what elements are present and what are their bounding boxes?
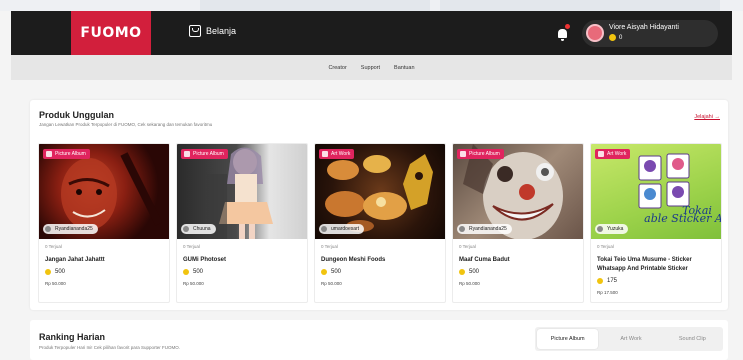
price: Rp 50.000 xyxy=(45,281,66,286)
fuomo-logo[interactable]: FUOMO xyxy=(71,11,151,55)
user-name: Viore Aisyah Hidayanti xyxy=(609,24,679,31)
product-name: Dungeon Meshi Foods xyxy=(321,257,386,263)
category-badge: Art Work xyxy=(595,149,631,159)
tab-picture-album[interactable]: Picture Album xyxy=(537,329,599,349)
product-card[interactable]: Picture Album Ryandiananda25 0 Terjual M… xyxy=(452,143,584,303)
sold-count: 0 Terjual xyxy=(597,244,614,249)
user-menu[interactable]: Viore Aisyah Hidayanti 0 xyxy=(582,20,718,47)
points-value: 500 xyxy=(331,269,342,275)
shopping-bag-icon xyxy=(189,25,201,37)
browser-top-strip xyxy=(0,0,743,11)
explore-link[interactable]: Jelajahi → xyxy=(694,114,720,120)
creator-tag[interactable]: Ryandiananda25 xyxy=(457,224,512,234)
sold-count: 0 Terjual xyxy=(459,244,476,249)
price: Rp 50.000 xyxy=(459,281,480,286)
tab-art-work[interactable]: Art Work xyxy=(600,327,661,351)
creator-tag[interactable]: Yuzuka xyxy=(595,224,629,234)
coin-icon xyxy=(321,269,327,275)
shop-link[interactable]: Belanja xyxy=(189,25,236,37)
product-card[interactable]: Picture Album Chuuna 0 Terjual GUMi Phot… xyxy=(176,143,308,303)
points: 175 xyxy=(597,278,617,284)
creator-tag[interactable]: Ryandiananda25 xyxy=(43,224,98,234)
product-card[interactable]: able Sticker A5 Tokai Art Work Yuzuka 0 … xyxy=(590,143,722,303)
creator-tag[interactable]: umardoesart xyxy=(319,224,365,234)
coin-icon xyxy=(183,269,189,275)
bell-icon xyxy=(557,28,567,41)
coin-icon xyxy=(609,34,616,41)
ranking-subtitle: Produk Terpopuler Hari Ini! Cek pilihan … xyxy=(39,345,180,350)
subnav-creator[interactable]: Creator xyxy=(328,65,346,71)
coin-icon xyxy=(597,278,603,284)
section-subtitle: Jangan Lewatkan Produk Terpopuler di FUO… xyxy=(39,122,213,127)
sold-count: 0 Terjual xyxy=(45,244,62,249)
shop-label: Belanja xyxy=(206,26,237,36)
daily-ranking-section: Ranking Harian Produk Terpopuler Hari In… xyxy=(30,320,728,360)
category-badge: Art Work xyxy=(319,149,355,159)
points: 500 xyxy=(45,269,65,275)
subnav-help[interactable]: Bantuan xyxy=(394,65,415,71)
featured-products-section: Produk Unggulan Jangan Lewatkan Produk T… xyxy=(30,100,728,310)
avatar xyxy=(586,24,604,42)
coin-balance: 0 xyxy=(609,34,622,41)
category-badge: Picture Album xyxy=(43,149,90,159)
points-value: 175 xyxy=(607,278,618,284)
notification-dot xyxy=(565,24,570,29)
sub-navigation: Creator Support Bantuan xyxy=(11,55,732,80)
price: Rp 50.000 xyxy=(321,281,342,286)
top-navbar: FUOMO Belanja Viore Aisyah Hidayanti 0 xyxy=(11,11,732,55)
points-value: 500 xyxy=(469,269,480,275)
ranking-title: Ranking Harian xyxy=(39,332,106,342)
category-badge: Picture Album xyxy=(457,149,504,159)
points-value: 500 xyxy=(55,269,66,275)
product-name: GUMi Photoset xyxy=(183,257,226,263)
subnav-support[interactable]: Support xyxy=(361,65,380,71)
sold-count: 0 Terjual xyxy=(183,244,200,249)
product-name: Tokai Teio Uma Musume - Sticker Whatsapp… xyxy=(597,257,692,272)
coin-count: 0 xyxy=(619,34,623,41)
product-name: Jangan Jahat Jahattt xyxy=(45,257,105,263)
coin-icon xyxy=(459,269,465,275)
points: 500 xyxy=(183,269,203,275)
category-tabs: Picture Album Art Work Sound Clip xyxy=(535,327,723,351)
creator-tag[interactable]: Chuuna xyxy=(181,224,216,234)
price: Rp 17.500 xyxy=(597,290,618,295)
product-card[interactable]: Art Work umardoesart 0 Terjual Dungeon M… xyxy=(314,143,446,303)
price: Rp 50.000 xyxy=(183,281,204,286)
product-name: Maaf Cuma Badut xyxy=(459,257,510,263)
section-title: Produk Unggulan xyxy=(39,110,114,120)
points: 500 xyxy=(459,269,479,275)
notification-button[interactable] xyxy=(553,24,571,42)
coin-icon xyxy=(45,269,51,275)
sticker-watermark-word: Tokai xyxy=(682,204,712,217)
points: 500 xyxy=(321,269,341,275)
category-badge: Picture Album xyxy=(181,149,228,159)
tab-sound-clip[interactable]: Sound Clip xyxy=(662,327,723,351)
points-value: 500 xyxy=(193,269,204,275)
sold-count: 0 Terjual xyxy=(321,244,338,249)
logo-text: FUOMO xyxy=(80,25,142,41)
product-card[interactable]: Picture Album Ryandiananda25 0 Terjual J… xyxy=(38,143,170,303)
